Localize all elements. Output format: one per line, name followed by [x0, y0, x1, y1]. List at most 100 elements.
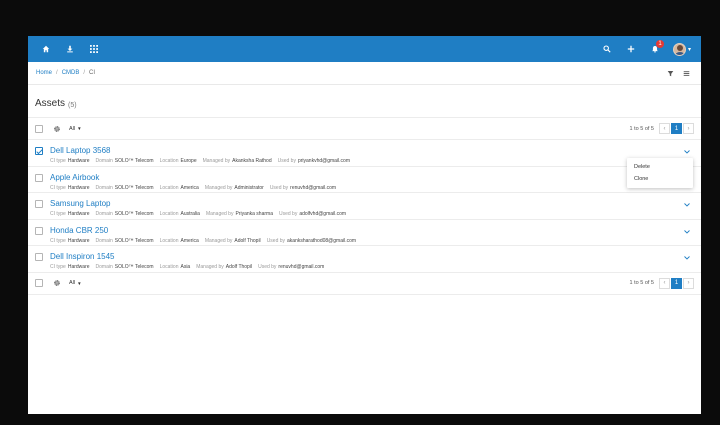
ci-type-value: Hardware [67, 237, 90, 244]
ci-type-value: Hardware [67, 184, 90, 191]
used-by-label: Used by [266, 237, 286, 244]
asset-name-link[interactable]: Apple Airbook [50, 173, 694, 183]
managed-by-value: Adolf Thopil [225, 264, 253, 270]
bell-icon[interactable]: 1 [643, 37, 667, 61]
caret-down-icon: ▼ [77, 280, 82, 286]
filter-icon[interactable] [663, 66, 677, 80]
breadcrumb-cmdb[interactable]: CMDB [62, 70, 80, 76]
next-page-button[interactable]: › [683, 123, 694, 134]
managed-by-value: Akanksha Rathod [232, 158, 272, 164]
asset-name-link[interactable]: Dell Inspiron 1545 [50, 252, 694, 262]
domain-value: SOLO™ Telecom [114, 184, 154, 191]
domain-label: Domain [95, 264, 113, 270]
menu-icon[interactable] [679, 66, 693, 80]
row-checkbox[interactable] [35, 173, 43, 182]
location-value: Asia [180, 264, 191, 270]
ci-type-label: CI type [50, 264, 66, 270]
select-all-checkbox[interactable] [35, 279, 43, 287]
used-by-value: adolfvhd@gmail.com [299, 211, 347, 217]
download-icon[interactable] [58, 37, 82, 61]
user-menu[interactable]: ▾ [672, 42, 691, 56]
filter-dropdown-label: All [69, 125, 76, 132]
top-navbar: 1 ▾ [28, 36, 701, 62]
page-1-button[interactable]: 1 [671, 277, 682, 289]
managed-by-value: Administrator [234, 184, 264, 191]
notification-badge: 1 [655, 40, 664, 48]
avatar [672, 42, 686, 56]
breadcrumb: Home / CMDB / CI [36, 70, 95, 76]
chevron-down-icon[interactable] [682, 147, 692, 157]
table-row: Dell Inspiron 1545 CI type Hardware Domai… [28, 246, 701, 273]
breadcrumb-separator: / [83, 70, 86, 76]
filter-dropdown[interactable]: All ▼ [69, 126, 82, 132]
search-icon[interactable] [595, 37, 619, 61]
home-icon[interactable] [34, 37, 58, 61]
ci-type-label: CI type [50, 237, 66, 244]
row-checkbox[interactable] [35, 253, 43, 261]
clone-menu-item[interactable]: Clone [627, 173, 693, 185]
asset-list: Dell Laptop 3568 CI type Hardware Domain S… [28, 140, 701, 273]
prev-page-button[interactable]: ‹ [659, 277, 670, 289]
location-value: Europe [180, 158, 197, 164]
ci-type-label: CI type [50, 158, 66, 164]
chevron-down-icon: ▾ [687, 46, 691, 53]
location-value: America [180, 184, 199, 191]
row-action-menu: Delete Clone [627, 158, 693, 188]
row-checkbox[interactable] [35, 226, 43, 235]
table-row: Dell Laptop 3568 CI type Hardware Domain S… [28, 140, 701, 167]
domain-value: SOLO™ Telecom [114, 237, 154, 244]
caret-down-icon: ▼ [77, 126, 82, 131]
breadcrumb-home[interactable]: Home [36, 70, 52, 76]
domain-label: Domain [95, 184, 113, 191]
used-by-label: Used by [277, 158, 296, 164]
ci-type-value: Hardware [67, 264, 90, 270]
plus-icon[interactable] [619, 37, 643, 61]
ci-type-value: Hardware [67, 211, 90, 217]
managed-by-label: Managed by [202, 158, 231, 164]
used-by-value: priyankvhd@gmail.com [297, 158, 351, 164]
row-checkbox[interactable] [35, 200, 43, 208]
chevron-down-icon[interactable] [682, 253, 692, 263]
managed-by-label: Managed by [196, 264, 224, 270]
used-by-value: akanksharathod08@gmail.com [287, 237, 357, 244]
page-header: Assets (5) [28, 85, 701, 118]
managed-by-label: Managed by [205, 211, 234, 217]
managed-by-label: Managed by [204, 237, 233, 244]
select-all-checkbox[interactable] [35, 124, 43, 133]
domain-label: Domain [95, 158, 113, 164]
breadcrumb-current: CI [89, 70, 96, 76]
chevron-down-icon[interactable] [682, 227, 692, 237]
ci-type-value: Hardware [67, 158, 90, 164]
asset-name-link[interactable]: Honda CBR 250 [50, 226, 694, 236]
used-by-label: Used by [258, 264, 277, 270]
row-checkbox[interactable] [35, 147, 43, 155]
used-by-label: Used by [269, 184, 289, 191]
asset-count: (5) [68, 102, 77, 109]
table-row: Honda CBR 250 CI type Hardware Domain SOLO… [28, 220, 701, 246]
breadcrumb-bar: Home / CMDB / CI [28, 62, 701, 85]
pagination-range: 1 to 5 of 5 [629, 280, 654, 286]
breadcrumb-separator: / [56, 70, 58, 76]
location-label: Location [159, 211, 179, 217]
app-window: 1 ▾ Home / CMDB / CI Assets (5) All ▼ 1 … [28, 36, 701, 414]
location-label: Location [159, 158, 179, 164]
page-1-button[interactable]: 1 [671, 123, 682, 134]
pagination: 1 to 5 of 5 ‹ 1 › [630, 123, 694, 134]
prev-page-button[interactable]: ‹ [659, 123, 670, 134]
asset-name-link[interactable]: Samsung Laptop [50, 199, 694, 209]
chevron-down-icon[interactable] [682, 200, 692, 210]
gear-icon[interactable] [52, 124, 61, 133]
filter-dropdown[interactable]: All ▼ [69, 280, 82, 286]
next-page-button[interactable]: › [683, 277, 694, 289]
location-label: Location [159, 237, 179, 244]
ci-type-label: CI type [50, 184, 66, 191]
apps-grid-icon[interactable] [82, 37, 106, 61]
location-value: Australia [180, 211, 200, 217]
ci-type-label: CI type [50, 211, 66, 217]
domain-value: SOLO™ Telecom [114, 264, 154, 270]
table-row: Samsung Laptop CI type Hardware Domain SOL… [28, 193, 701, 220]
gear-icon[interactable] [52, 279, 61, 288]
asset-name-link[interactable]: Dell Laptop 3568 [50, 146, 694, 156]
location-label: Location [159, 184, 179, 191]
delete-menu-item[interactable]: Delete [627, 161, 693, 173]
